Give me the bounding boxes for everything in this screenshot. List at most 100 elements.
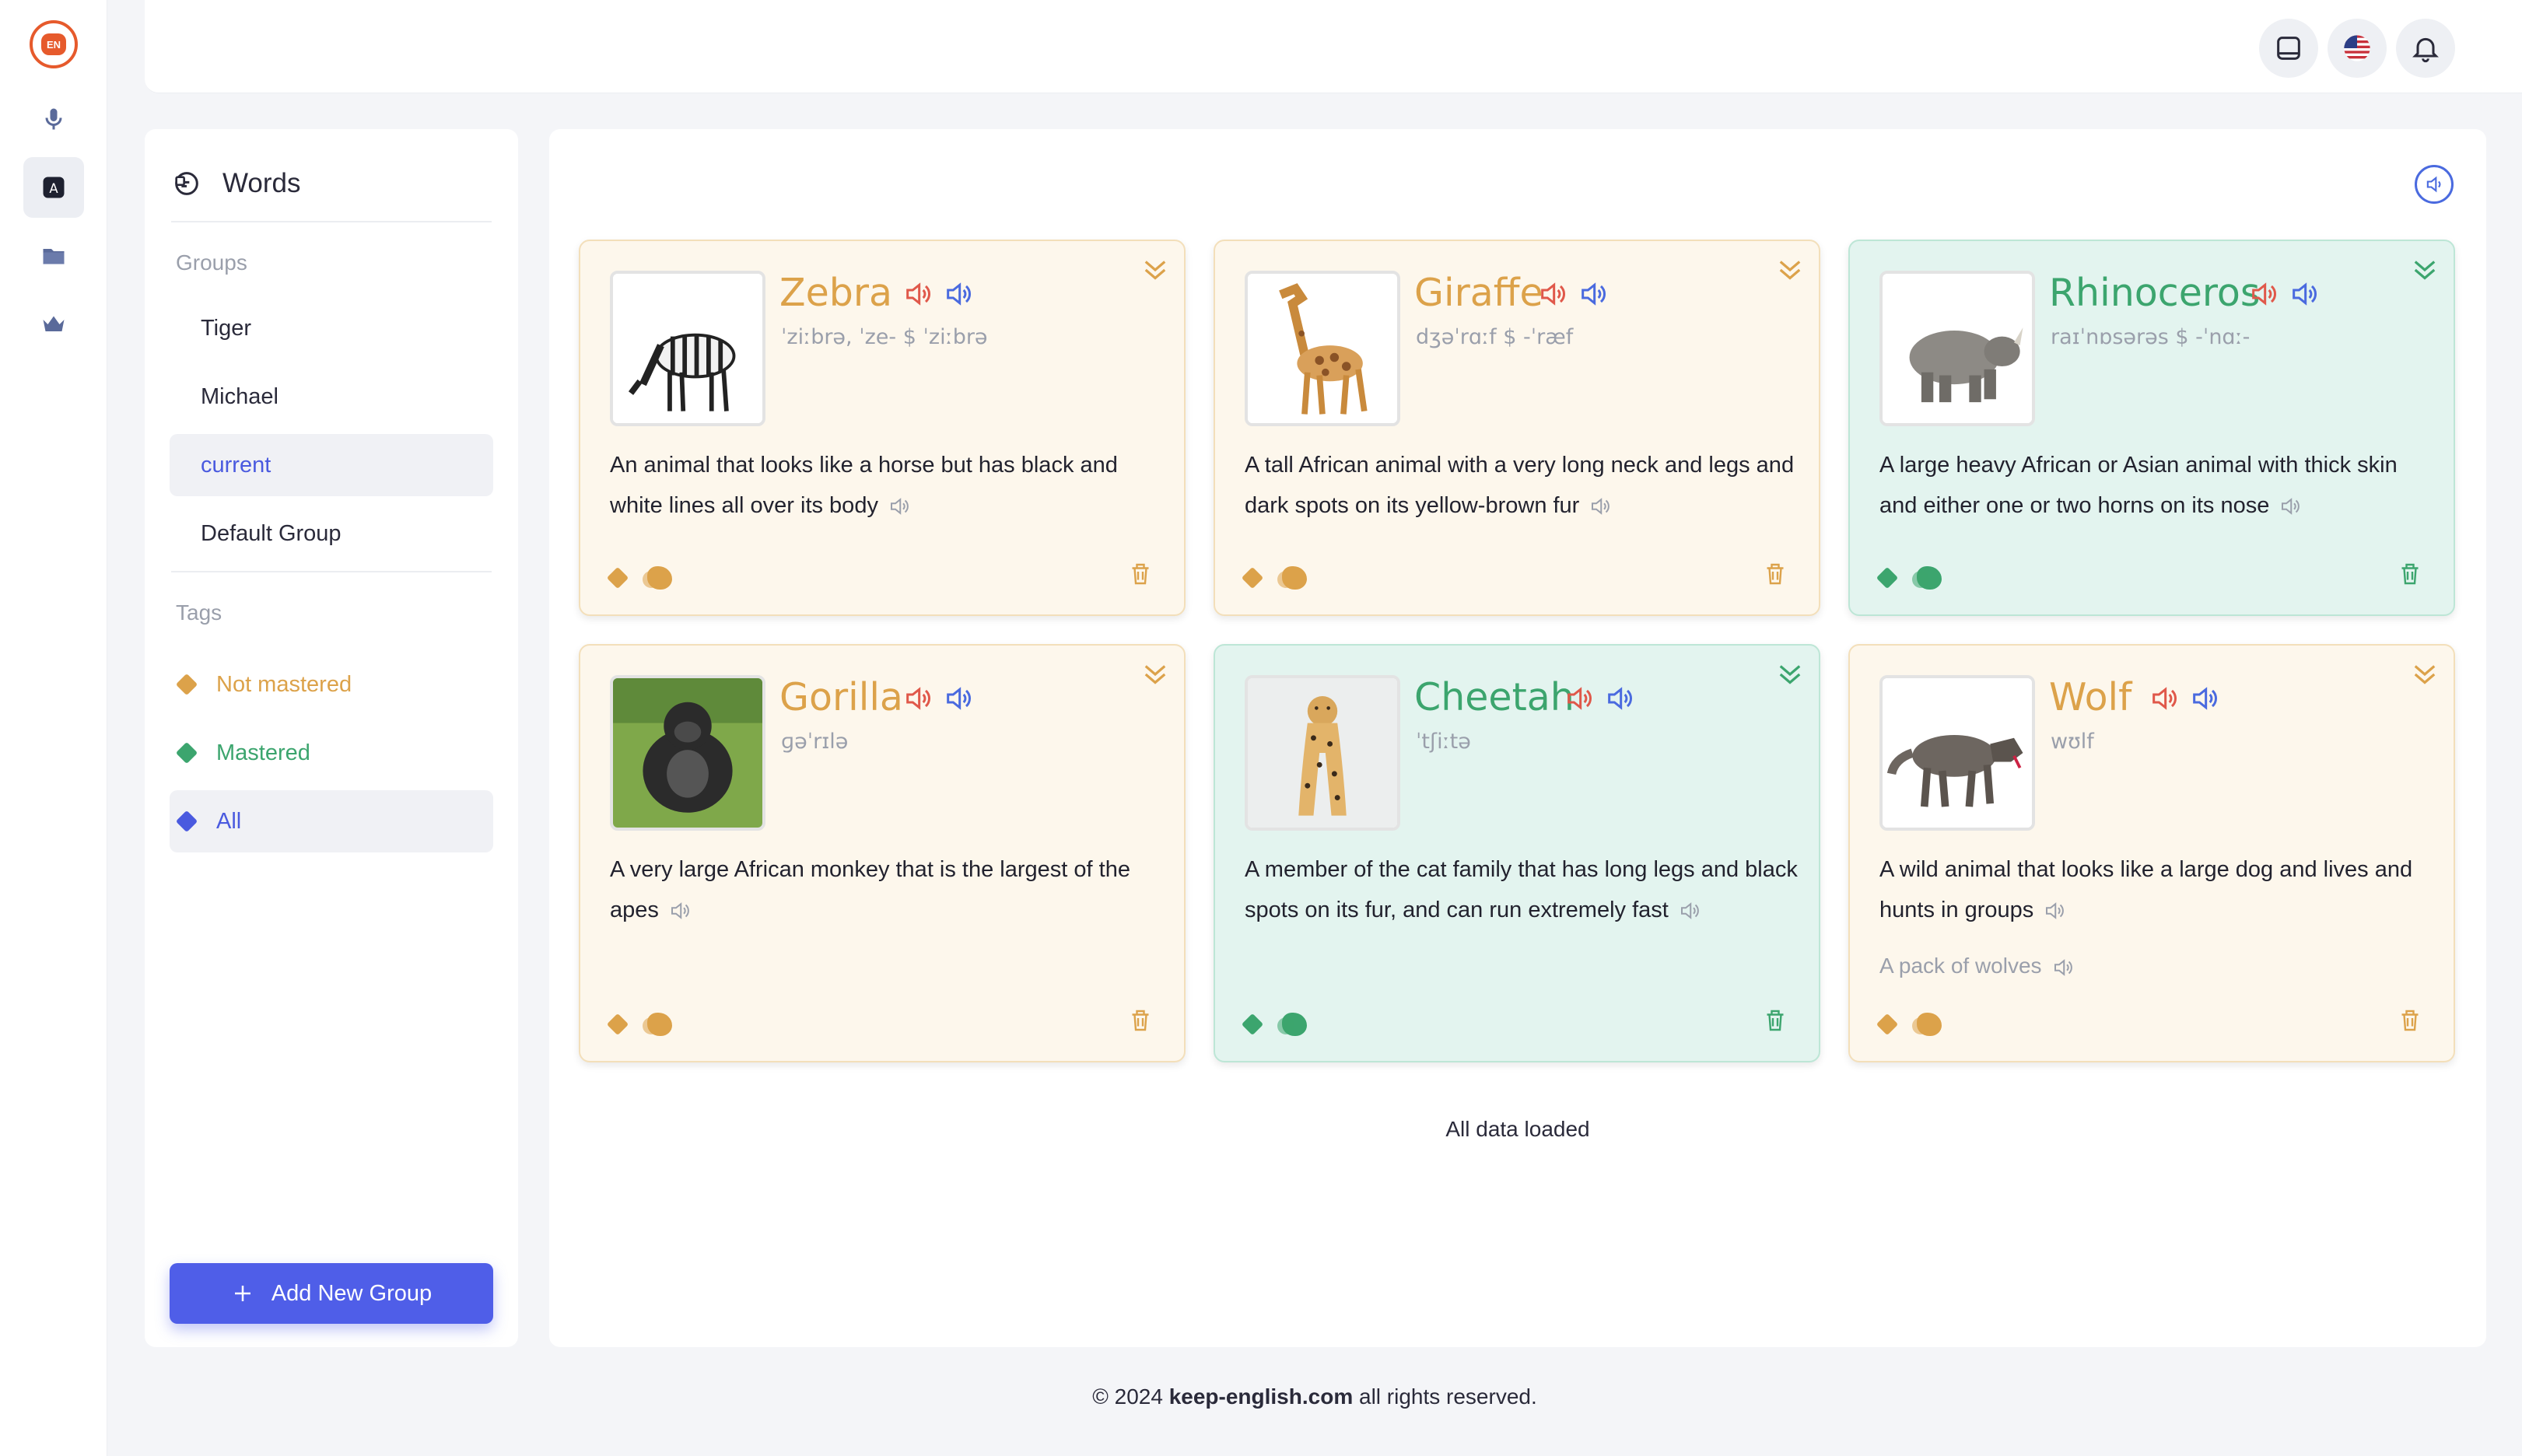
group-item-current[interactable]: current — [170, 434, 493, 496]
definition-text: A wild animal that looks like a large do… — [1879, 857, 2413, 922]
cheetah-image — [1245, 675, 1400, 831]
tag-label: All — [216, 808, 242, 834]
word-card-cheetah[interactable]: Cheetah ˈtʃiːtə A member of the cat fami… — [1214, 644, 1820, 1062]
expand-chevron-icon[interactable] — [1139, 254, 1172, 286]
word-card-rhinoceros[interactable]: Rhinoceros raɪˈnɒsərəs $ -ˈnɑː- A large … — [1848, 240, 2455, 616]
mastery-toggle-icon[interactable] — [1277, 566, 1307, 590]
expand-chevron-icon[interactable] — [1774, 658, 1806, 691]
word-card-gorilla[interactable]: Gorilla ɡəˈrɪlə A very large African mon… — [579, 644, 1186, 1062]
trash-icon[interactable] — [1761, 560, 1789, 588]
diamond-icon[interactable] — [606, 1013, 629, 1036]
speaker-icon[interactable] — [2050, 956, 2076, 979]
definition: A tall African animal with a very long n… — [1245, 445, 1805, 526]
speaker-uk-icon[interactable] — [2248, 278, 2279, 310]
speaker-icon[interactable] — [886, 495, 912, 518]
speaker-uk-icon[interactable] — [1537, 278, 1568, 310]
footer-site-link[interactable]: keep-english.com — [1169, 1384, 1354, 1409]
mastery-toggle-icon[interactable] — [1912, 566, 1942, 590]
us-flag-icon[interactable] — [2328, 19, 2387, 78]
speaker-icon[interactable] — [667, 899, 693, 922]
diamond-icon[interactable] — [1876, 1013, 1899, 1036]
group-item-tiger[interactable]: Tiger — [170, 297, 493, 359]
word-title: Cheetah — [1414, 675, 1574, 719]
add-new-group-button[interactable]: Add New Group — [170, 1263, 493, 1324]
giraffe-image — [1245, 271, 1400, 426]
example-text: A pack of wolves — [1879, 954, 2042, 978]
speaker-us-icon[interactable] — [2189, 683, 2220, 714]
speaker-icon[interactable] — [1587, 495, 1613, 518]
footer-prefix: © 2024 — [1092, 1384, 1169, 1409]
diamond-icon — [175, 810, 198, 833]
speaker-icon[interactable] — [2041, 899, 2068, 922]
phonetic: ˈtʃiːtə — [1416, 730, 1471, 754]
play-all-audio-icon[interactable] — [2415, 165, 2454, 204]
word-card-zebra[interactable]: Zebra ˈziːbrə, ˈze- $ ˈziːbrə An animal … — [579, 240, 1186, 616]
phonetic: wʊlf — [2051, 730, 2094, 754]
definition: A very large African monkey that is the … — [610, 849, 1170, 930]
word-title: Gorilla — [779, 675, 903, 719]
mastery-toggle-icon[interactable] — [1277, 1013, 1307, 1036]
speaker-us-icon[interactable] — [2289, 278, 2320, 310]
speaker-us-icon[interactable] — [943, 278, 974, 310]
expand-chevron-icon[interactable] — [2408, 658, 2441, 691]
expand-chevron-icon[interactable] — [1139, 658, 1172, 691]
group-item-michael[interactable]: Michael — [170, 366, 493, 428]
bell-icon[interactable] — [2396, 19, 2455, 78]
diamond-icon[interactable] — [1241, 566, 1264, 590]
crown-icon[interactable] — [23, 294, 84, 355]
tag-label: Mastered — [216, 740, 310, 765]
trash-icon[interactable] — [2396, 1006, 2424, 1034]
app-logo[interactable]: EN — [30, 20, 78, 68]
speaker-us-icon[interactable] — [1604, 683, 1635, 714]
diamond-icon[interactable] — [1241, 1013, 1264, 1036]
zebra-image — [610, 271, 765, 426]
divider — [171, 221, 492, 222]
definition: A wild animal that looks like a large do… — [1879, 849, 2440, 930]
mastery-toggle-icon[interactable] — [643, 566, 672, 590]
speaker-us-icon[interactable] — [943, 683, 974, 714]
left-nav-rail: EN A — [0, 0, 107, 1456]
word-title: Giraffe — [1414, 271, 1543, 315]
speaker-us-icon[interactable] — [1578, 278, 1609, 310]
group-item-default[interactable]: Default Group — [170, 502, 493, 565]
trash-icon[interactable] — [1761, 1006, 1789, 1034]
speaker-icon[interactable] — [2277, 495, 2303, 518]
page-footer: © 2024 keep-english.com all rights reser… — [107, 1384, 2522, 1409]
svg-text:A: A — [49, 181, 58, 196]
groups-label: Groups — [176, 250, 247, 275]
card-status — [1241, 566, 1307, 590]
expand-chevron-icon[interactable] — [1774, 254, 1806, 286]
folder-icon[interactable] — [23, 226, 84, 286]
speaker-uk-icon[interactable] — [902, 278, 933, 310]
tags-label: Tags — [176, 600, 222, 625]
mastery-toggle-icon[interactable] — [643, 1013, 672, 1036]
diamond-icon[interactable] — [1876, 566, 1899, 590]
card-status — [1876, 1013, 1942, 1036]
definition-text: A member of the cat family that has long… — [1245, 857, 1798, 922]
words-main-panel: Zebra ˈziːbrə, ˈze- $ ˈziːbrə An animal … — [549, 129, 2486, 1347]
tag-mastered[interactable]: Mastered — [170, 722, 493, 784]
diamond-icon[interactable] — [606, 566, 629, 590]
tablet-icon[interactable] — [2259, 19, 2318, 78]
trash-icon[interactable] — [1126, 560, 1154, 588]
speaker-uk-icon[interactable] — [2149, 683, 2180, 714]
alphabet-icon[interactable]: A — [23, 157, 84, 218]
definition: A large heavy African or Asian animal wi… — [1879, 445, 2440, 526]
tag-all[interactable]: All — [170, 790, 493, 852]
trash-icon[interactable] — [2396, 560, 2424, 588]
expand-chevron-icon[interactable] — [2408, 254, 2441, 286]
mastery-toggle-icon[interactable] — [1912, 1013, 1942, 1036]
speaker-uk-icon[interactable] — [902, 683, 933, 714]
speaker-uk-icon[interactable] — [1564, 683, 1595, 714]
divider — [171, 571, 492, 572]
microphone-icon[interactable] — [23, 89, 84, 149]
word-card-wolf[interactable]: Wolf wʊlf A wild animal that looks like … — [1848, 644, 2455, 1062]
tag-not-mastered[interactable]: Not mastered — [170, 653, 493, 716]
speaker-icon[interactable] — [1676, 899, 1703, 922]
words-icon — [175, 172, 198, 195]
trash-icon[interactable] — [1126, 1006, 1154, 1034]
load-status: All data loaded — [1445, 1117, 1590, 1141]
word-title: Zebra — [779, 271, 892, 315]
card-status — [1876, 566, 1942, 590]
word-card-giraffe[interactable]: Giraffe dʒəˈrɑːf $ -ˈræf A tall African … — [1214, 240, 1820, 616]
